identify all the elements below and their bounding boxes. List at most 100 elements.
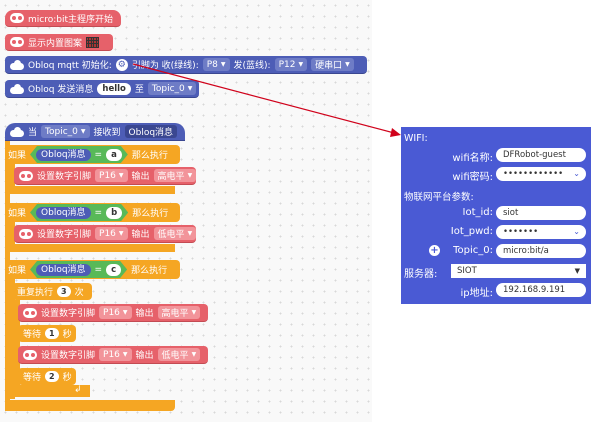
if-block-c[interactable]: 如果 Obloq消息 = c 那么执行: [5, 260, 180, 279]
if-block-a[interactable]: 如果 Obloq消息 = a 那么执行: [5, 145, 180, 164]
then-label: 那么执行: [132, 209, 169, 219]
compare-value-a[interactable]: a: [106, 149, 122, 161]
to-label: 至: [134, 85, 144, 95]
iot-id-label: Iot_id:: [462, 207, 493, 218]
pin-value: P16: [99, 228, 116, 239]
settings-gear-icon[interactable]: ⚙: [115, 58, 128, 71]
level-value: 高电平: [161, 309, 189, 319]
send-label: Obloq 发送消息: [28, 85, 94, 95]
condition-c[interactable]: Obloq消息 = c: [30, 261, 127, 278]
times-label: 次: [74, 288, 84, 298]
iot-pwd-input[interactable]: •••••••: [503, 227, 538, 237]
ip-input[interactable]: 192.168.9.191: [496, 283, 586, 297]
output-label: 输出: [135, 351, 154, 361]
equals-label: =: [94, 149, 103, 160]
set-pin-block-2[interactable]: 设置数字引脚 P16 ▼ 输出 低电平 ▼: [14, 225, 197, 243]
wifi-password-field[interactable]: •••••••••••• ⌄: [496, 167, 586, 181]
wifi-header: WIFI:: [404, 132, 428, 144]
wait-seconds-input[interactable]: 1: [45, 328, 59, 339]
output-label: 输出: [131, 230, 150, 240]
repeat-count-input[interactable]: 3: [57, 286, 71, 297]
iot-id-input[interactable]: siot: [496, 206, 586, 220]
condition-a[interactable]: Obloq消息 = a: [30, 146, 128, 163]
pin-dropdown[interactable]: P16 ▼: [99, 306, 132, 319]
event-topic-dropdown[interactable]: Topic_0 ▼: [41, 125, 90, 138]
pin-dropdown[interactable]: P16 ▼: [95, 227, 128, 240]
chevron-down-icon: ▼: [118, 230, 124, 237]
chevron-down-icon: ▼: [191, 351, 197, 358]
serial-value: 硬串口: [315, 61, 343, 71]
wait-block-1[interactable]: 等待 1 秒: [18, 325, 76, 342]
level-dropdown[interactable]: 低电平 ▼: [157, 348, 201, 361]
wifi-name-input[interactable]: DFRobot-guest: [496, 148, 586, 162]
repeat-block[interactable]: 重复执行 3 次: [12, 283, 92, 300]
repeat-label: 重复执行: [17, 288, 54, 298]
wait-seconds-input[interactable]: 2: [45, 371, 59, 382]
then-label: 那么执行: [131, 266, 168, 276]
start-label: micro:bit主程序开始: [28, 14, 113, 25]
tx-pin-dropdown[interactable]: P12 ▼: [274, 58, 308, 71]
output-label: 输出: [131, 172, 150, 182]
obloq-message-ref[interactable]: Obloq消息: [36, 149, 91, 161]
rx-pin-value: P8: [206, 59, 218, 70]
mqtt-init-label: Obloq mqtt 初始化:: [28, 61, 112, 71]
microbit-icon: [10, 13, 24, 23]
start-block[interactable]: micro:bit主程序开始: [5, 10, 121, 27]
wifi-password-input[interactable]: ••••••••••••: [503, 169, 563, 179]
obloq-message-label: Obloq消息: [128, 128, 174, 138]
code-canvas[interactable]: micro:bit主程序开始 显示内置图案 Obloq mqtt 初始化: ⚙ …: [0, 0, 372, 422]
serial-dropdown[interactable]: 硬串口 ▼: [311, 58, 354, 71]
topic-input[interactable]: micro:bit/a: [496, 244, 586, 258]
obloq-send-block[interactable]: Obloq 发送消息 hello 至 Topic_0 ▼: [5, 80, 199, 98]
set-pin-block-3[interactable]: 设置数字引脚 P16 ▼ 输出 高电平 ▼: [18, 304, 208, 322]
microbit-icon: [10, 37, 24, 47]
obloq-message-ref[interactable]: Obloq消息: [36, 264, 91, 276]
equals-label: =: [94, 264, 103, 275]
chevron-down-icon[interactable]: ⌄: [573, 225, 580, 239]
obloq-mqtt-init-block[interactable]: Obloq mqtt 初始化: ⚙ 引脚为 收(绿线): P8 ▼ 发(蓝线): …: [5, 56, 367, 74]
obloq-message-ref[interactable]: Obloq消息: [36, 207, 91, 219]
event-topic-value: Topic_0: [45, 126, 78, 137]
level-dropdown[interactable]: 高电平 ▼: [157, 306, 201, 319]
pin-dropdown[interactable]: P16 ▼: [99, 348, 132, 361]
chevron-down-icon: ▼: [80, 128, 86, 135]
compare-value-b[interactable]: b: [106, 207, 122, 219]
pin-dropdown[interactable]: P16 ▼: [95, 169, 128, 182]
show-image-block[interactable]: 显示内置图案: [5, 34, 113, 51]
level-dropdown[interactable]: 低电平 ▼: [153, 227, 197, 240]
chevron-down-icon: ▼: [187, 230, 193, 237]
compare-value-c[interactable]: c: [106, 264, 121, 276]
led-pattern-icon[interactable]: [86, 36, 100, 48]
chevron-down-icon: ▼: [298, 61, 304, 68]
pin-value: P16: [99, 170, 116, 181]
rx-pin-dropdown[interactable]: P8 ▼: [202, 58, 230, 71]
level-value: 低电平: [161, 351, 189, 361]
message-input[interactable]: hello: [97, 82, 131, 95]
iot-pwd-field[interactable]: ••••••• ⌄: [496, 225, 586, 239]
obloq-receive-event-block[interactable]: 当 Topic_0 ▼ 接收到 Obloq消息: [5, 123, 185, 141]
chevron-down-icon: ▼: [345, 61, 350, 68]
wait-label: 等待: [23, 330, 42, 340]
if-block-b[interactable]: 如果 Obloq消息 = b 那么执行: [5, 203, 180, 222]
topic-dropdown[interactable]: Topic_0 ▼: [147, 82, 197, 95]
server-select[interactable]: SIOT ▼: [451, 264, 586, 278]
set-pin-label: 设置数字引脚: [41, 351, 96, 361]
wait-block-2[interactable]: 等待 2 秒: [18, 368, 76, 385]
condition-b[interactable]: Obloq消息 = b: [30, 204, 128, 221]
arrow-head-icon: [390, 128, 401, 137]
server-value: SIOT: [457, 266, 477, 276]
set-pin-block-1[interactable]: 设置数字引脚 P16 ▼ 输出 高电平 ▼: [14, 167, 197, 185]
microbit-icon: [19, 170, 33, 181]
level-value: 低电平: [157, 230, 185, 240]
level-dropdown[interactable]: 高电平 ▼: [153, 169, 197, 182]
chevron-down-icon[interactable]: ⌄: [573, 167, 580, 181]
wifi-password-label: wifi密码:: [452, 172, 493, 183]
set-pin-block-4[interactable]: 设置数字引脚 P16 ▼ 输出 低电平 ▼: [18, 346, 208, 364]
set-pin-label: 设置数字引脚: [37, 230, 92, 240]
rx-pin-label: 引脚为 收(绿线):: [131, 61, 199, 71]
obloq-message-variable[interactable]: Obloq消息: [124, 125, 178, 138]
wait-label: 等待: [23, 373, 42, 383]
obloq-settings-panel: WIFI: wifi名称: DFRobot-guest wifi密码: ••••…: [401, 127, 591, 304]
chevron-down-icon: ▼: [122, 309, 128, 316]
chevron-down-icon: ▼: [122, 351, 128, 358]
